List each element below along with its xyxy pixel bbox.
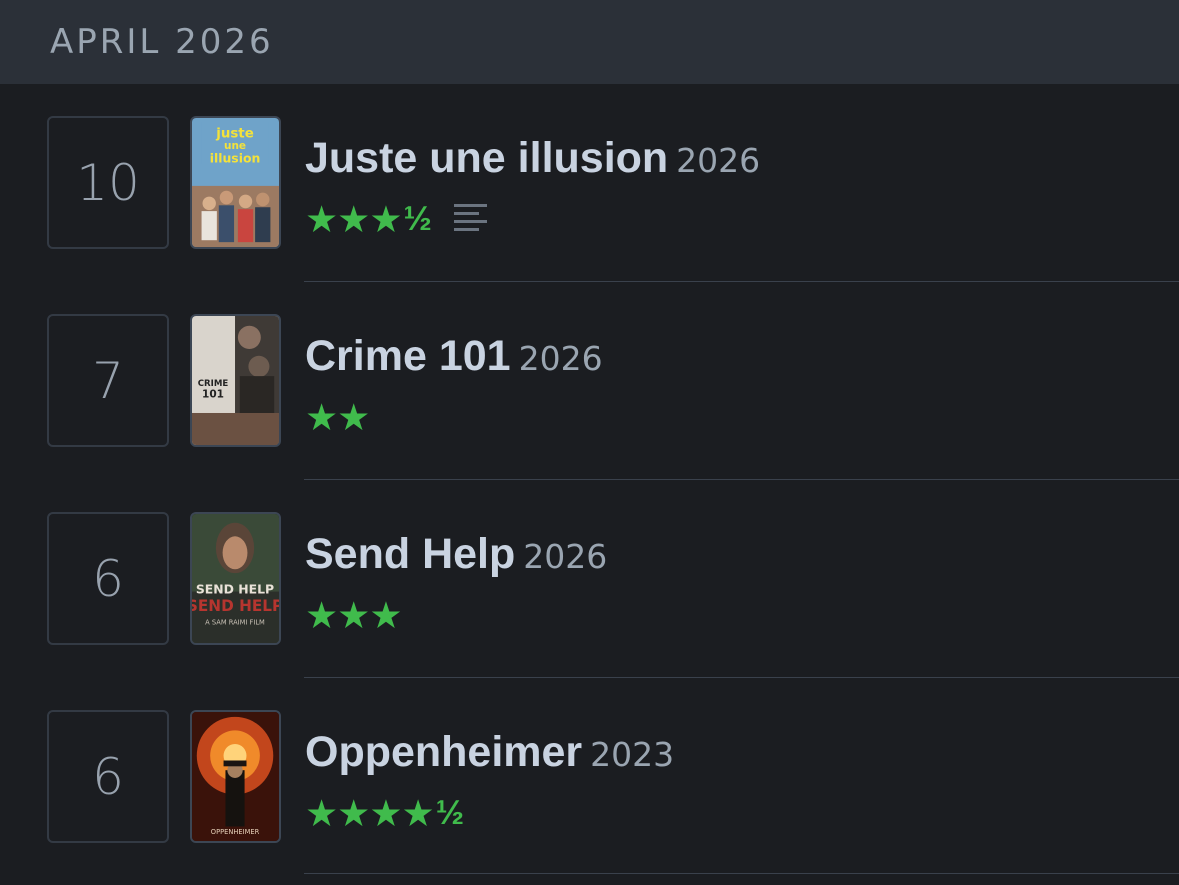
svg-text:101: 101: [202, 388, 224, 400]
film-poster[interactable]: SEND HELP SEND HELP A SAM RAIMI FILM: [190, 512, 281, 645]
star-rating: ★★: [305, 396, 370, 439]
svg-text:A SAM RAIMI FILM: A SAM RAIMI FILM: [205, 619, 265, 627]
rating: ★★★: [305, 594, 404, 637]
film-year[interactable]: 2026: [519, 339, 603, 378]
review-lines-icon[interactable]: [453, 201, 488, 238]
film-year[interactable]: 2026: [523, 537, 607, 576]
film-title-line: Send Help 2026: [305, 530, 607, 579]
svg-text:illusion: illusion: [210, 151, 261, 166]
half-star: ½: [435, 794, 465, 832]
divider: [304, 873, 1179, 874]
rating: ★★: [305, 396, 371, 439]
month-header: APRIL 2026: [0, 0, 1179, 84]
diary-entry: 10 juste une illusion Juste une illusion…: [0, 84, 1179, 282]
rating: ★★★★ ½: [305, 792, 464, 835]
svg-text:CRIME: CRIME: [198, 379, 229, 389]
film-title-line: Juste une illusion 2026: [305, 134, 760, 183]
day-number[interactable]: 7: [47, 314, 169, 447]
star-rating: ★★★★: [305, 792, 435, 835]
svg-text:SEND HELP: SEND HELP: [192, 597, 279, 615]
rating: ★★★ ½: [305, 198, 488, 241]
film-year[interactable]: 2026: [676, 141, 760, 180]
film-title[interactable]: Oppenheimer: [305, 728, 582, 776]
film-poster[interactable]: CRIME 101: [190, 314, 281, 447]
film-title-line: Crime 101 2026: [305, 332, 603, 381]
day-number[interactable]: 10: [47, 116, 169, 249]
film-year[interactable]: 2023: [590, 735, 674, 774]
diary-entry: 6 SEND HELP SEND HELP A SAM RAIMI FILM S…: [0, 480, 1179, 678]
month-label: APRIL 2026: [50, 22, 274, 62]
diary-entry: 6 OPPENHEIMER Oppenheimer 2023 ★★★★ ½: [0, 678, 1179, 876]
star-rating: ★★★: [305, 594, 403, 637]
film-title[interactable]: Send Help: [305, 530, 515, 578]
diary-list: 10 juste une illusion Juste une illusion…: [0, 84, 1179, 876]
film-poster[interactable]: OPPENHEIMER: [190, 710, 281, 843]
star-rating: ★★★: [305, 198, 403, 241]
half-star: ½: [403, 200, 432, 238]
film-poster[interactable]: juste une illusion: [190, 116, 281, 249]
svg-text:SEND HELP: SEND HELP: [196, 581, 274, 596]
svg-text:OPPENHEIMER: OPPENHEIMER: [211, 828, 260, 836]
film-title-line: Oppenheimer 2023: [305, 728, 674, 777]
film-title[interactable]: Crime 101: [305, 332, 511, 380]
day-number[interactable]: 6: [47, 512, 169, 645]
film-title[interactable]: Juste une illusion: [305, 134, 668, 182]
diary-entry: 7 CRIME 101 Crime 101 2026 ★★: [0, 282, 1179, 480]
day-number[interactable]: 6: [47, 710, 169, 843]
